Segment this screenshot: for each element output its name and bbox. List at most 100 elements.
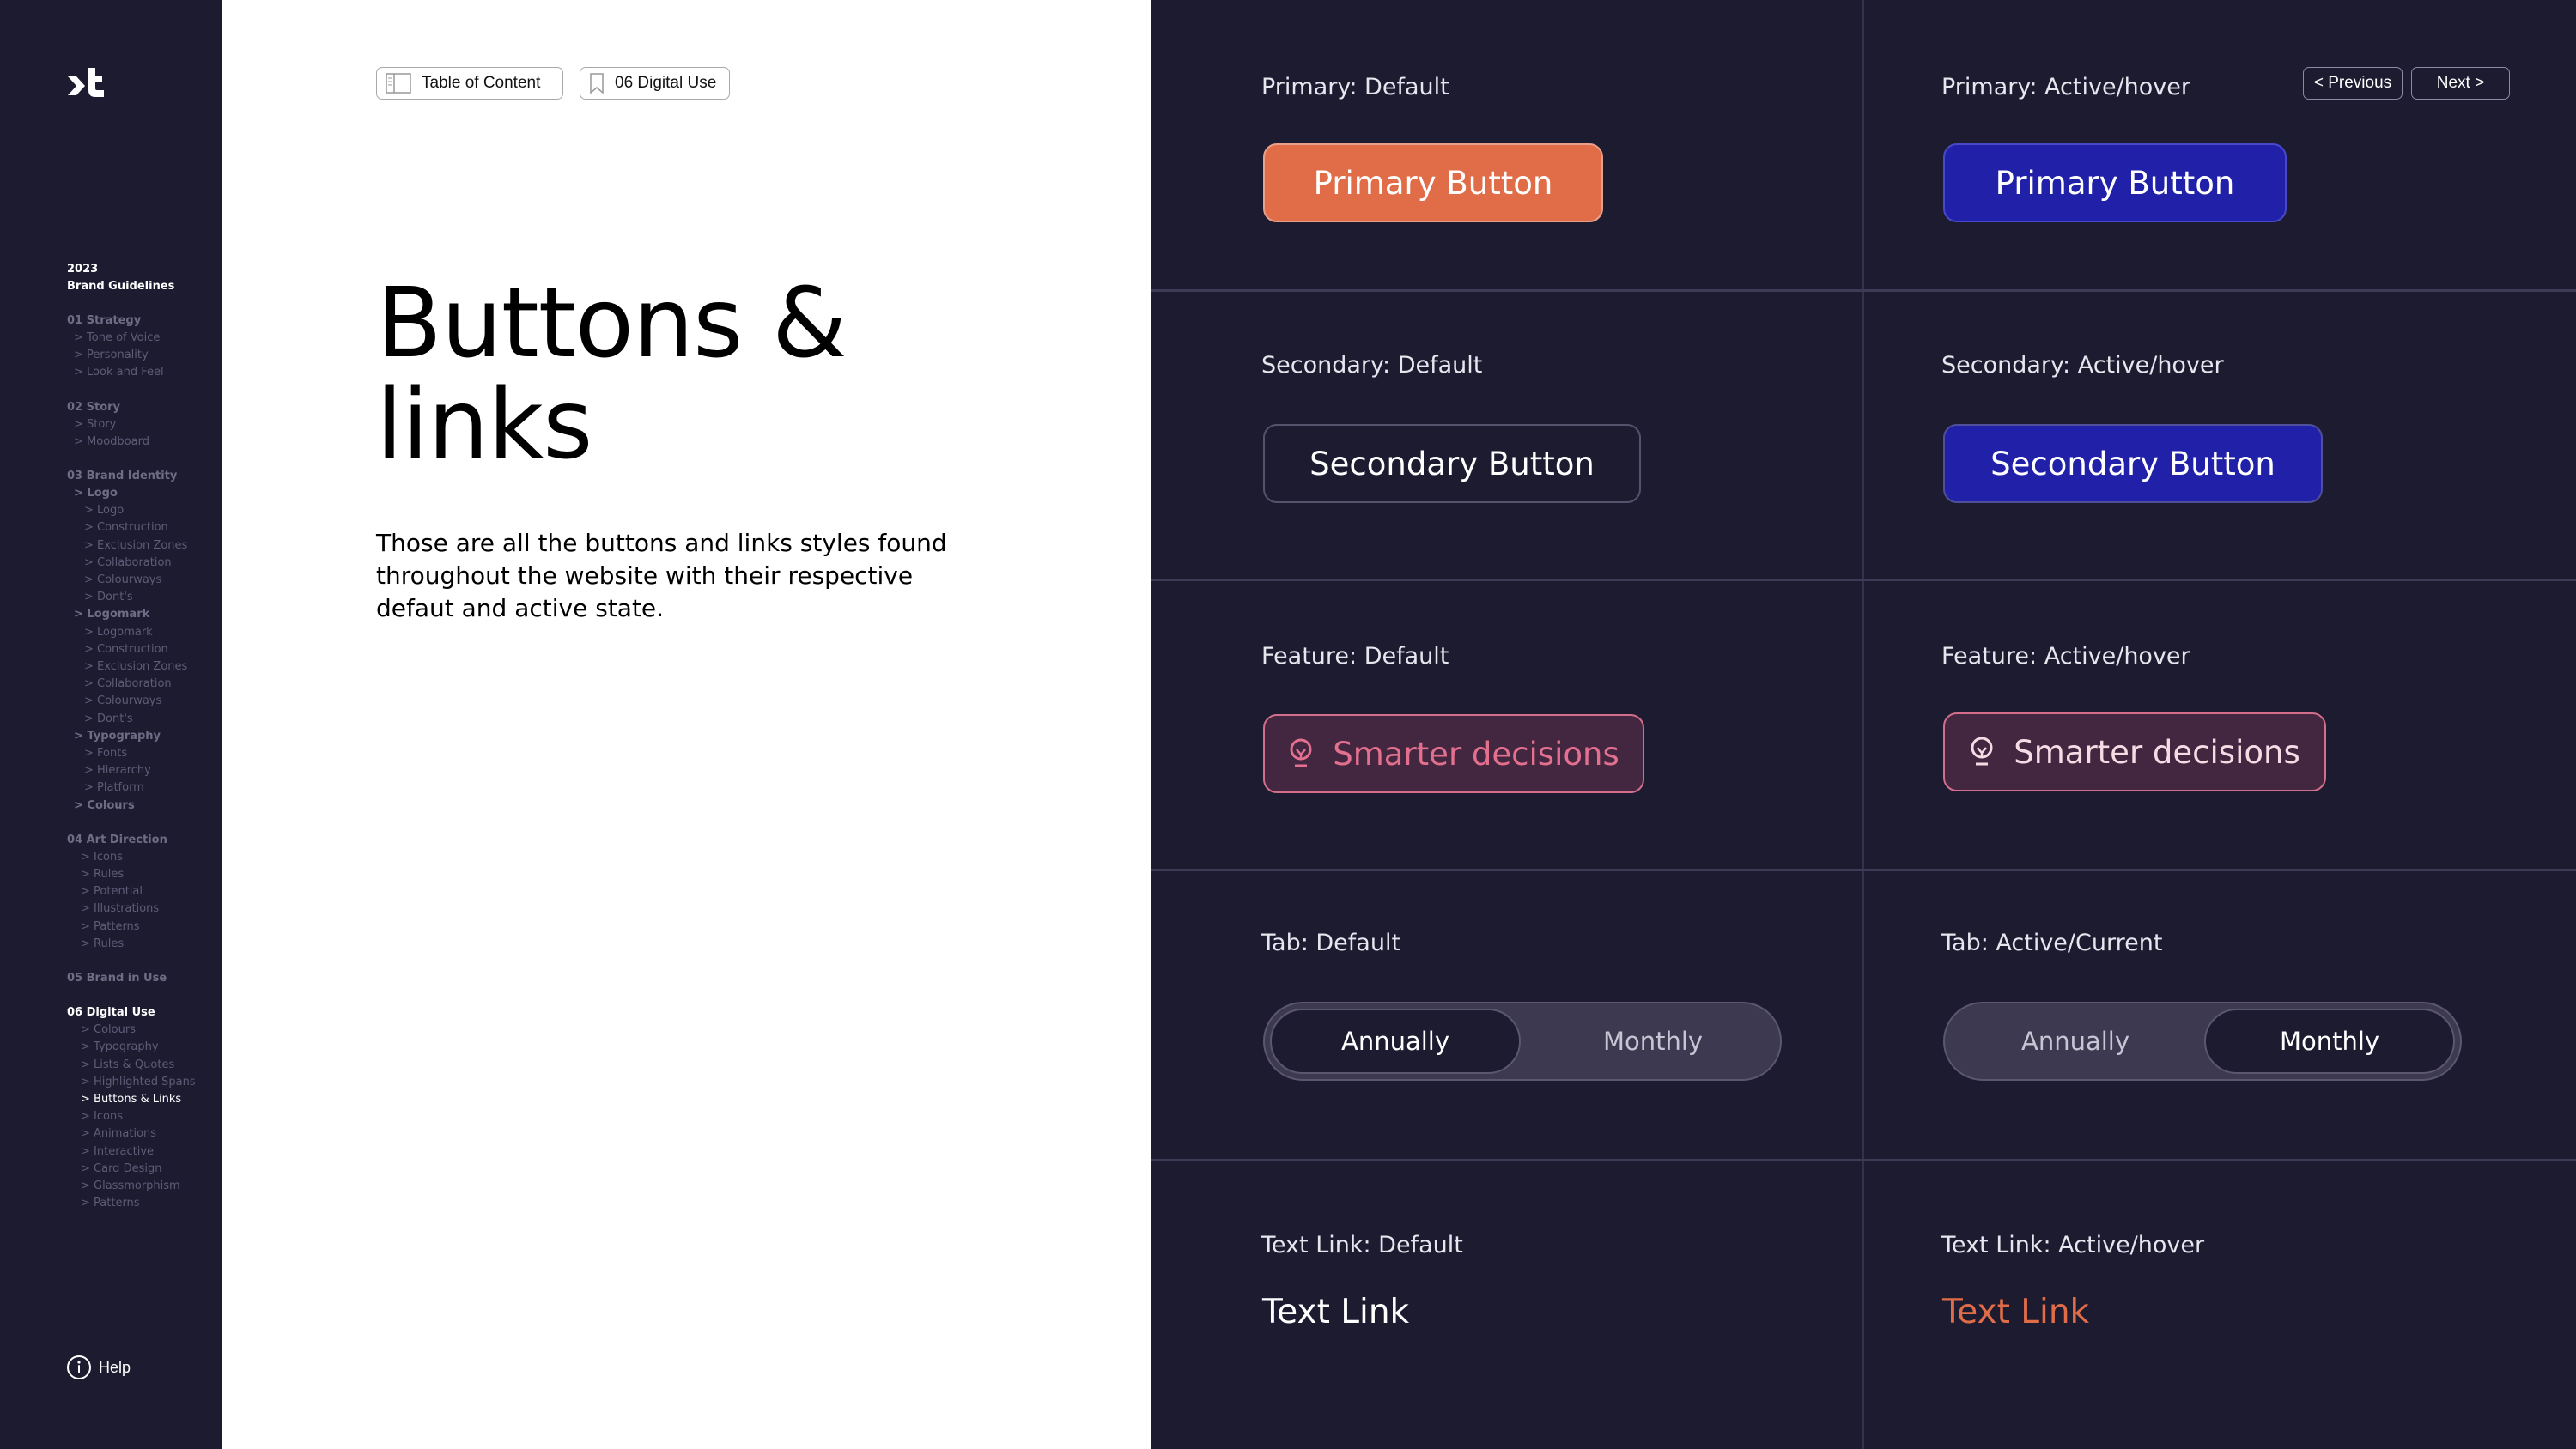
nav-section-link[interactable]: 05 Brand in Use: [67, 970, 196, 987]
nav-subsection-link[interactable]: > Logo: [67, 485, 196, 502]
nav-item-link[interactable]: > Exclusion Zones: [67, 658, 196, 676]
secondary-button-label: Secondary Button: [1990, 445, 2275, 482]
tab-monthly[interactable]: Monthly: [2204, 1009, 2455, 1074]
nav-item-link[interactable]: > Moodboard: [67, 433, 196, 451]
primary-button-active[interactable]: Primary Button: [1943, 143, 2287, 222]
feature-default-label: Feature: Default: [1261, 643, 1449, 670]
sidebar: 2023 Brand Guidelines 01 Strategy > Tone …: [0, 0, 222, 1449]
page-description: Those are all the buttons and links styl…: [376, 529, 947, 622]
nav-group: 04 Art Direction > Icons > Rules > Potentia…: [67, 832, 196, 953]
nav-item-link[interactable]: > Icons: [67, 1108, 196, 1125]
nav-item-link[interactable]: > Construction: [67, 641, 196, 658]
lightbulb-icon: [1290, 738, 1312, 767]
secondary-button-default[interactable]: Secondary Button: [1263, 424, 1641, 503]
primary-button-label: Primary Button: [1995, 164, 2235, 202]
nav-section-link[interactable]: 02 Story: [67, 399, 196, 416]
secondary-default-label: Secondary: Default: [1261, 352, 1483, 379]
nav-group: 01 Strategy > Tone of Voice > Personality >…: [67, 312, 196, 382]
nav-item-link[interactable]: > Personality: [67, 347, 196, 364]
info-icon: [67, 1355, 91, 1379]
secondary-active-label: Secondary: Active/hover: [1941, 352, 2224, 379]
row-divider: [1151, 869, 2576, 871]
nav-item-link[interactable]: > Buttons & Links: [67, 1091, 196, 1108]
nav-group: 03 Brand Identity > Logo > Logo > Construct…: [67, 468, 196, 815]
logo-icon[interactable]: [66, 64, 107, 106]
next-button[interactable]: Next >: [2411, 67, 2510, 100]
nav-item-link[interactable]: > Platform: [67, 779, 196, 797]
primary-button-default[interactable]: Primary Button: [1263, 143, 1603, 222]
bookmark-icon: [590, 73, 604, 94]
help-label: Help: [99, 1358, 131, 1376]
tab-switch-default: Annually Monthly: [1263, 1002, 1782, 1081]
nav-item-link[interactable]: > Look and Feel: [67, 364, 196, 381]
nav-item-link[interactable]: > Patterns: [67, 919, 196, 936]
nav-item-link[interactable]: > Story: [67, 416, 196, 433]
primary-default-label: Primary: Default: [1261, 74, 1449, 100]
nav-subsection-link[interactable]: > Colours: [67, 797, 196, 815]
nav-item-link[interactable]: > Lists & Quotes: [67, 1057, 196, 1074]
page-title: Buttons & links: [376, 268, 847, 481]
nav-item-link[interactable]: > Dont's: [67, 711, 196, 728]
section-breadcrumb-button[interactable]: 06 Digital Use: [580, 67, 730, 100]
textlink-active-label: Text Link: Active/hover: [1941, 1232, 2205, 1258]
nav-item-link[interactable]: > Highlighted Spans: [67, 1074, 196, 1091]
nav-group: 05 Brand in Use: [67, 970, 196, 987]
nav-item-link[interactable]: > Colourways: [67, 572, 196, 589]
nav-group: 02 Story > Story > Moodboard: [67, 399, 196, 451]
page-title-line1: Buttons &: [376, 268, 847, 379]
nav-subsection-link[interactable]: > Typography: [67, 728, 196, 745]
feature-button-default[interactable]: Smarter decisions: [1263, 714, 1644, 793]
column-divider: [1862, 0, 1864, 1449]
tab-switch-active: Annually Monthly: [1943, 1002, 2462, 1081]
help-button[interactable]: Help: [66, 1355, 131, 1380]
page-title-line2: links: [376, 369, 592, 481]
nav-item-link[interactable]: > Interactive: [67, 1143, 196, 1161]
tab-active-label: Tab: Active/Current: [1941, 930, 2163, 956]
nav-item-link[interactable]: > Glassmorphism: [67, 1178, 196, 1195]
nav-item-link[interactable]: > Illustrations: [67, 900, 196, 918]
nav-item-link[interactable]: > Exclusion Zones: [67, 537, 196, 555]
nav-subsection-link[interactable]: > Logomark: [67, 606, 196, 623]
nav-item-link[interactable]: > Construction: [67, 519, 196, 537]
nav-item-link[interactable]: > Rules: [67, 866, 196, 883]
secondary-button-active[interactable]: Secondary Button: [1943, 424, 2323, 503]
feature-button-active[interactable]: Smarter decisions: [1943, 712, 2326, 791]
nav-item-link[interactable]: > Collaboration: [67, 676, 196, 693]
tab-annually[interactable]: Annually: [1270, 1009, 1521, 1074]
nav-section-link[interactable]: 04 Art Direction: [67, 832, 196, 849]
nav-year: 2023: [67, 263, 99, 276]
text-link-default[interactable]: Text Link: [1262, 1293, 1409, 1331]
nav-item-link[interactable]: > Card Design: [67, 1161, 196, 1178]
tab-annually[interactable]: Annually: [1950, 1009, 2201, 1074]
previous-button[interactable]: < Previous: [2303, 67, 2403, 100]
nav-item-link[interactable]: > Colours: [67, 1022, 196, 1039]
nav-item-link[interactable]: > Logomark: [67, 624, 196, 641]
feature-active-label: Feature: Active/hover: [1941, 643, 2190, 670]
nav-item-link[interactable]: > Patterns: [67, 1195, 196, 1212]
nav-item-link[interactable]: > Dont's: [67, 589, 196, 606]
nav-item-link[interactable]: > Collaboration: [67, 555, 196, 572]
lightbulb-icon: [1971, 737, 1993, 766]
nav-item-link[interactable]: > Colourways: [67, 693, 196, 710]
nav-item-link[interactable]: > Potential: [67, 883, 196, 900]
content-panel: [222, 0, 1151, 1449]
nav-group: 06 Digital Use > Colours > Typography > Lis…: [67, 1004, 196, 1212]
tab-monthly[interactable]: Monthly: [1528, 1009, 1778, 1074]
row-divider: [1151, 579, 2576, 581]
text-link-active[interactable]: Text Link: [1942, 1293, 2089, 1331]
nav-item-link[interactable]: > Logo: [67, 502, 196, 519]
nav-section-link[interactable]: 01 Strategy: [67, 312, 196, 330]
nav-section-link[interactable]: 06 Digital Use: [67, 1004, 196, 1022]
nav-item-link[interactable]: > Tone of Voice: [67, 330, 196, 347]
table-of-content-button[interactable]: Table of Content: [376, 67, 563, 100]
nav-item-link[interactable]: > Icons: [67, 849, 196, 866]
nav-item-link[interactable]: > Animations: [67, 1125, 196, 1143]
secondary-button-label: Secondary Button: [1309, 445, 1595, 482]
nav-item-link[interactable]: > Typography: [67, 1039, 196, 1056]
primary-button-label: Primary Button: [1313, 164, 1553, 202]
nav-item-link[interactable]: > Fonts: [67, 745, 196, 762]
nav-section-link[interactable]: 03 Brand Identity: [67, 468, 196, 485]
nav-item-link[interactable]: > Hierarchy: [67, 762, 196, 779]
feature-button-label: Smarter decisions: [2014, 733, 2300, 771]
nav-item-link[interactable]: > Rules: [67, 936, 196, 953]
